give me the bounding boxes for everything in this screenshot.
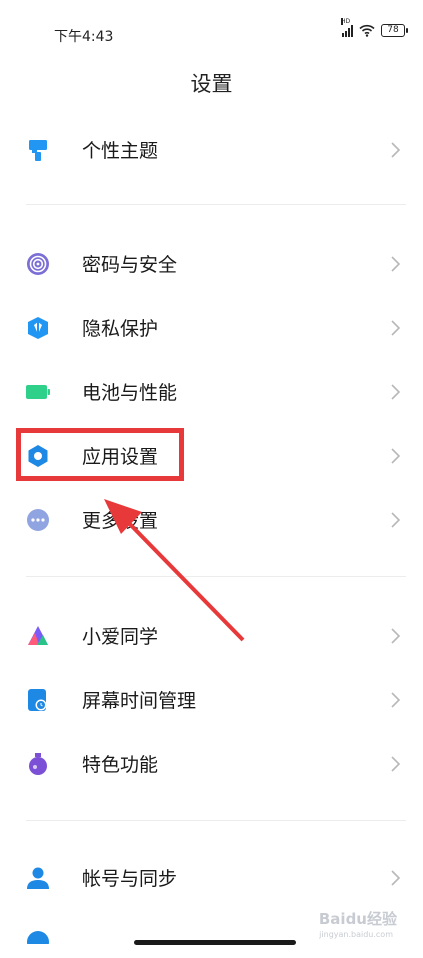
settings-item-xiaoai[interactable]: 小爱同学	[0, 604, 423, 668]
settings-item-label: 更多设置	[82, 510, 159, 532]
partial-item-icon	[27, 931, 49, 944]
fingerprint-icon	[27, 253, 49, 275]
signal-icon: HD	[341, 18, 353, 37]
status-time: 下午4:43	[54, 29, 114, 45]
settings-item-password-security[interactable]: 密码与安全	[0, 232, 423, 296]
settings-item-label: 隐私保护	[82, 318, 159, 340]
chevron-right-icon	[391, 256, 401, 272]
wifi-icon	[359, 24, 375, 37]
chevron-right-icon	[391, 384, 401, 400]
annotation-highlight-box	[16, 428, 184, 481]
flask-icon	[29, 753, 47, 775]
network-type-label: HD	[341, 18, 351, 25]
gesture-navigation-bar[interactable]	[134, 940, 296, 945]
brush-icon	[29, 140, 47, 161]
more-icon	[27, 509, 49, 531]
settings-item-privacy[interactable]: 隐私保护	[0, 296, 423, 360]
settings-item-label: 屏幕时间管理	[82, 690, 197, 712]
user-icon	[27, 867, 49, 889]
settings-item-label: 帐号与同步	[82, 868, 178, 890]
settings-item-partial	[26, 930, 50, 944]
settings-item-special-features[interactable]: 特色功能	[0, 732, 423, 796]
chevron-right-icon	[391, 628, 401, 644]
watermark: Baidu经验	[318, 910, 397, 928]
chevron-right-icon	[391, 512, 401, 528]
chevron-right-icon	[391, 320, 401, 336]
chevron-right-icon	[391, 756, 401, 772]
settings-item-battery-performance[interactable]: 电池与性能	[0, 360, 423, 424]
divider	[26, 820, 406, 821]
settings-item-screen-time[interactable]: 屏幕时间管理	[0, 668, 423, 732]
screen-time-icon	[28, 689, 47, 711]
settings-item-label: 特色功能	[82, 754, 159, 776]
status-icons: HD 78	[341, 18, 408, 37]
battery-icon	[26, 385, 50, 399]
settings-item-more-settings[interactable]: 更多设置	[0, 488, 423, 552]
settings-item-label: 密码与安全	[82, 254, 178, 276]
status-bar: 下午4:43 HD 78	[0, 0, 423, 60]
page-title: 设置	[190, 72, 233, 96]
chevron-right-icon	[391, 448, 401, 464]
xiaoai-icon	[28, 626, 48, 645]
watermark-url: jingyan.baidu.com	[319, 930, 393, 939]
divider	[26, 576, 406, 577]
settings-item-label: 个性主题	[82, 140, 159, 162]
settings-item-account-sync[interactable]: 帐号与同步	[0, 846, 423, 910]
settings-item-label: 电池与性能	[82, 382, 178, 404]
shield-icon	[28, 317, 48, 339]
settings-item-label: 小爱同学	[82, 626, 159, 648]
chevron-right-icon	[391, 870, 401, 886]
chevron-right-icon	[391, 142, 401, 158]
divider	[26, 204, 406, 205]
battery-indicator: 78	[381, 24, 408, 37]
settings-item-theme[interactable]: 个性主题	[0, 118, 423, 182]
chevron-right-icon	[391, 692, 401, 708]
